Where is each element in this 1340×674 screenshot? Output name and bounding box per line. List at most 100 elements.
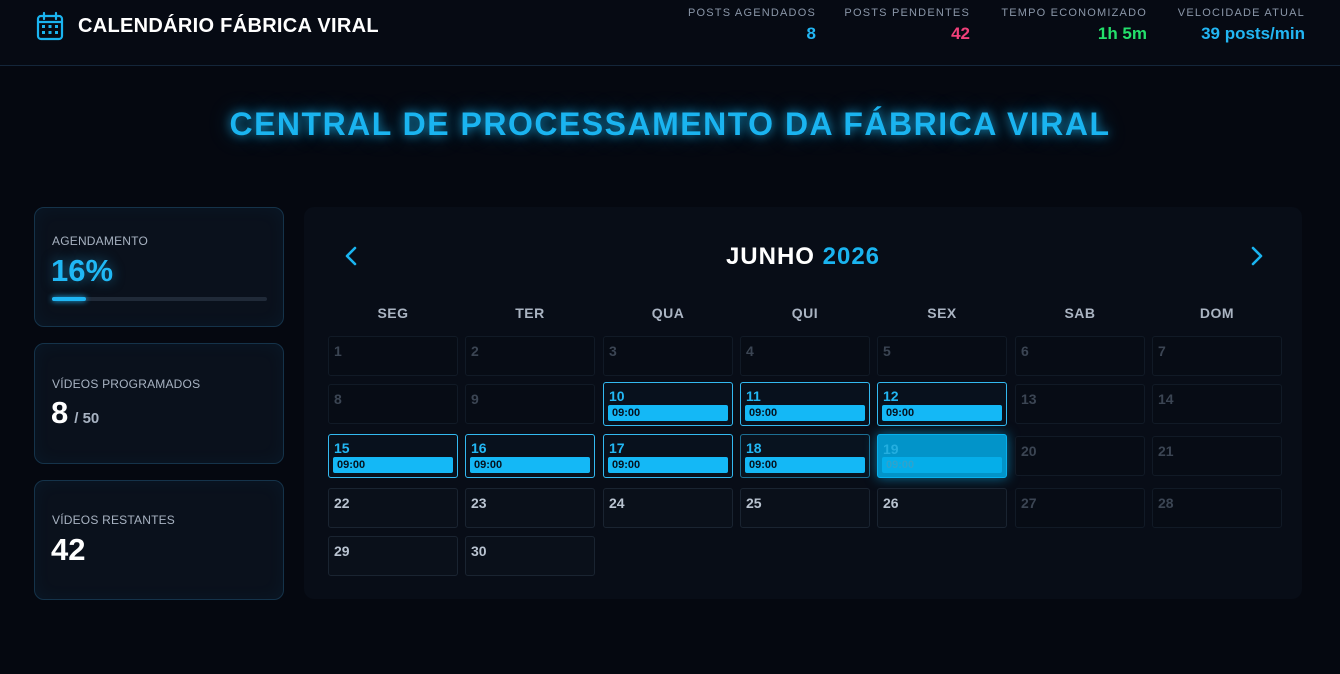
calendar-day-16[interactable]: 16 09:00: [465, 434, 595, 478]
scheduled-post[interactable]: 09:00: [333, 457, 453, 473]
weekday-qui: QUI: [791, 305, 819, 321]
calendar-day-14[interactable]: 14: [1152, 384, 1282, 424]
calendar-day-23[interactable]: 23: [465, 488, 595, 528]
card-label: VÍDEOS PROGRAMADOS: [52, 377, 201, 391]
stat-posts-pendentes: POSTS PENDENTES 42: [844, 7, 970, 44]
brand: CALENDÁRIO FÁBRICA VIRAL: [36, 11, 379, 41]
calendar-day-22[interactable]: 22: [328, 488, 458, 528]
calendar-day-26[interactable]: 26: [877, 488, 1007, 528]
day-number: 20: [1021, 443, 1037, 459]
calendar-day-20[interactable]: 20: [1015, 436, 1145, 476]
day-number: 11: [746, 388, 761, 404]
day-number: 19: [883, 441, 899, 457]
calendar-day-29[interactable]: 29: [328, 536, 458, 576]
day-number: 28: [1158, 495, 1174, 511]
day-number: 1: [334, 343, 342, 359]
calendar-day-15[interactable]: 15 09:00: [328, 434, 458, 478]
calendar-day-27[interactable]: 27: [1015, 488, 1145, 528]
calendar-day-9[interactable]: 9: [465, 384, 595, 424]
calendar-day-4[interactable]: 4: [740, 336, 870, 376]
scheduled-post[interactable]: 09:00: [745, 457, 865, 473]
card-label: AGENDAMENTO: [52, 234, 148, 248]
calendar-day-13[interactable]: 13: [1015, 384, 1145, 424]
day-number: 4: [746, 343, 754, 359]
weekday-seg: SEG: [377, 305, 409, 321]
progress-fill: [52, 297, 87, 301]
weekday-sab: SAB: [1064, 305, 1096, 321]
scheduled-post[interactable]: 09:00: [882, 405, 1002, 421]
card-label: VÍDEOS RESTANTES: [52, 513, 176, 527]
scheduled-post[interactable]: 09:00: [882, 457, 1002, 473]
stat-label: VELOCIDADE ATUAL: [1177, 7, 1305, 19]
calendar-day-18[interactable]: 18 09:00: [740, 434, 870, 478]
stat-label: POSTS PENDENTES: [844, 7, 970, 19]
day-number: 12: [883, 388, 899, 404]
calendar-day-6[interactable]: 6: [1015, 336, 1145, 376]
day-number: 7: [1158, 343, 1166, 359]
stat-value: 39 posts/min: [1201, 24, 1305, 43]
scheduled-post[interactable]: 09:00: [745, 405, 865, 421]
app-title: CALENDÁRIO FÁBRICA VIRAL: [78, 14, 379, 37]
calendar-day-21[interactable]: 21: [1152, 436, 1282, 476]
day-number: 27: [1021, 495, 1037, 511]
weekday-dom: DOM: [1199, 305, 1235, 321]
calendar-day-28[interactable]: 28: [1152, 488, 1282, 528]
calendar-day-11[interactable]: 11 09:00: [740, 382, 870, 426]
day-number: 25: [746, 495, 762, 511]
day-number: 30: [471, 543, 487, 559]
day-number: 23: [471, 495, 487, 511]
day-number: 24: [609, 495, 625, 511]
day-number: 2: [471, 343, 479, 359]
card-agendamento: AGENDAMENTO 16%: [34, 207, 284, 327]
calendar-day-1[interactable]: 1: [328, 336, 458, 376]
chevron-right-icon[interactable]: [1246, 245, 1266, 267]
stat-posts-agendados: POSTS AGENDADOS 8: [688, 7, 816, 44]
calendar-day-5[interactable]: 5: [877, 336, 1007, 376]
calendar-day-24[interactable]: 24: [603, 488, 733, 528]
stat-value: 42: [951, 24, 970, 43]
day-number: 15: [334, 440, 350, 456]
day-number: 22: [334, 495, 350, 511]
calendar-icon: [36, 11, 64, 41]
day-number: 26: [883, 495, 899, 511]
calendar-day-17[interactable]: 17 09:00: [603, 434, 733, 478]
stat-value: 8: [806, 24, 816, 43]
card-value: 8: [51, 395, 69, 430]
calendar-day-25[interactable]: 25: [740, 488, 870, 528]
weekday-sex: SEX: [927, 305, 957, 321]
top-bar: CALENDÁRIO FÁBRICA VIRAL POSTS AGENDADOS…: [0, 0, 1340, 66]
card-videos-programados: VÍDEOS PROGRAMADOS 8 / 50: [34, 343, 284, 464]
calendar-day-10[interactable]: 10 09:00: [603, 382, 733, 426]
day-number: 18: [746, 440, 762, 456]
scheduled-post[interactable]: 09:00: [470, 457, 590, 473]
day-number: 13: [1021, 391, 1037, 407]
scheduled-post[interactable]: 09:00: [608, 405, 728, 421]
calendar-day-12[interactable]: 12 09:00: [877, 382, 1007, 426]
weekday-ter: TER: [515, 305, 545, 321]
card-suffix: / 50: [74, 410, 100, 427]
stat-velocidade-atual: VELOCIDADE ATUAL 39 posts/min: [1178, 7, 1305, 44]
calendar-day-19[interactable]: 19 09:00: [877, 434, 1007, 478]
month-name: JUNHO: [725, 243, 815, 270]
page-title: CENTRAL DE PROCESSAMENTO DA FÁBRICA VIRA…: [229, 106, 1111, 142]
calendar-day-3[interactable]: 3: [603, 336, 733, 376]
calendar-day-7[interactable]: 7: [1152, 336, 1282, 376]
calendar-day-30[interactable]: 30: [465, 536, 595, 576]
calendar-day-8[interactable]: 8: [328, 384, 458, 424]
card-value: 16%: [51, 253, 114, 288]
day-number: 14: [1158, 391, 1174, 407]
day-number: 21: [1158, 443, 1174, 459]
weekday-qua: QUA: [651, 305, 685, 321]
progress-bar: [52, 297, 267, 301]
day-number: 17: [609, 440, 625, 456]
day-number: 5: [883, 343, 891, 359]
scheduled-post[interactable]: 09:00: [608, 457, 728, 473]
calendar-panel: JUNHO 2026 SEG TER QUA QUI SEX SAB DOM 1 2 3 4 5 6 7 8…: [304, 207, 1302, 599]
day-number: 16: [471, 440, 487, 456]
calendar-day-2[interactable]: 2: [465, 336, 595, 376]
stat-value: 1h 5m: [1097, 24, 1147, 43]
year: 2026: [822, 243, 881, 270]
card-value-row: 8 / 50: [51, 395, 99, 431]
card-value: 42: [51, 532, 86, 567]
stat-tempo-economizado: TEMPO ECONOMIZADO 1h 5m: [1001, 7, 1147, 44]
